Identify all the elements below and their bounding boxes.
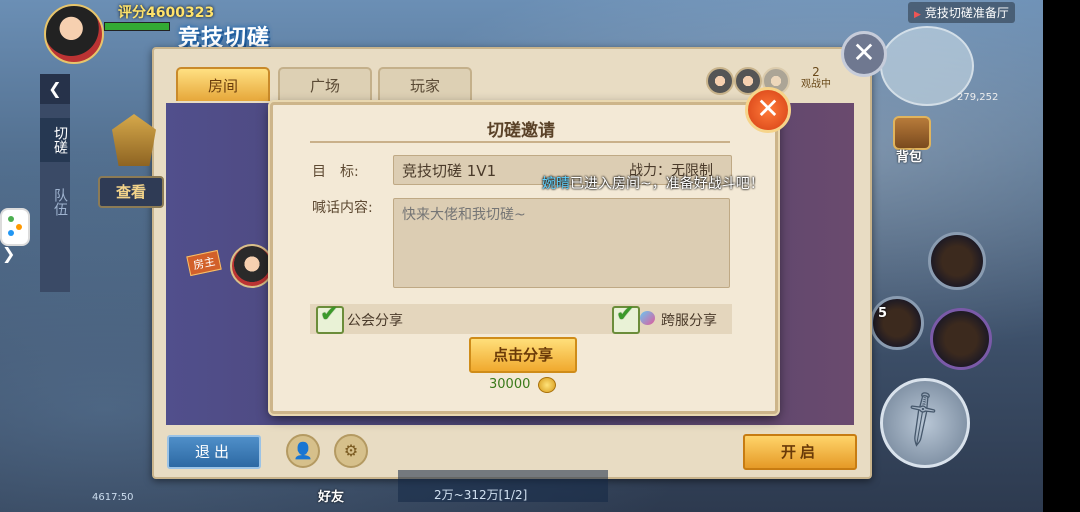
share-cost: 30000 xyxy=(489,377,531,392)
dialog-title: 切磋邀请 xyxy=(487,121,555,141)
target-value: 竞技切磋 1V1 xyxy=(402,162,497,180)
host-avatar[interactable] xyxy=(230,244,274,288)
panel-close-icon[interactable]: ✕ xyxy=(841,31,887,77)
bag-icon[interactable] xyxy=(893,116,931,150)
back-button[interactable]: ❮ xyxy=(40,74,70,104)
skill-button-1[interactable] xyxy=(928,232,986,290)
cross-server-share-label: 跨服分享 xyxy=(661,313,717,329)
skill-button-3[interactable] xyxy=(930,308,992,370)
notice-player-name: 婉晴 xyxy=(542,176,570,192)
player-avatar[interactable] xyxy=(44,4,104,64)
title-divider xyxy=(310,141,730,143)
spectator-label: 观战中 xyxy=(801,79,831,90)
gamepad-icon[interactable] xyxy=(0,208,30,246)
coordinates: 279,252 xyxy=(957,92,999,103)
guild-share-label: 公会分享 xyxy=(347,313,403,329)
cross-server-share-checkbox[interactable] xyxy=(612,302,640,334)
skill-button-2[interactable] xyxy=(870,296,924,350)
status-time: 4617:50 xyxy=(92,492,134,503)
side-tab-duel[interactable]: 切磋 xyxy=(40,118,70,162)
system-notice: 婉晴已进入房间~，准备好战斗吧！ xyxy=(542,173,764,193)
settings-gear-icon[interactable]: ⚙ xyxy=(334,434,368,468)
side-tab-team[interactable]: 队伍 xyxy=(40,180,70,224)
view-button[interactable]: 查看 xyxy=(98,176,164,208)
hp-bar xyxy=(104,22,170,31)
tab-plaza[interactable]: 广场 xyxy=(278,67,372,101)
gold-coin-icon xyxy=(538,377,556,393)
bag-label: 背包 xyxy=(896,150,923,165)
share-button[interactable]: 点击分享 xyxy=(469,337,577,373)
exit-button[interactable]: 退出 xyxy=(167,435,261,469)
friends-label[interactable]: 好友 xyxy=(318,486,344,505)
tab-players[interactable]: 玩家 xyxy=(378,67,472,101)
message-input[interactable] xyxy=(393,198,730,288)
start-button[interactable]: 开启 xyxy=(743,434,857,470)
tab-room[interactable]: 房间 xyxy=(176,67,270,101)
chat-bar[interactable]: 2万~312万[1/2] xyxy=(398,470,608,502)
spectator-number: 2 xyxy=(812,65,820,79)
score-text: 评分4600323 xyxy=(118,5,215,21)
screen-edge xyxy=(1043,0,1080,512)
cross-server-icon xyxy=(640,311,655,325)
guild-share-checkbox[interactable] xyxy=(316,302,344,334)
notice-text: 已进入房间~，准备好战斗吧！ xyxy=(570,176,764,192)
lobby-label[interactable]: 竞技切磋准备厅 xyxy=(908,2,1015,23)
chevron-right-icon[interactable]: ❯ xyxy=(2,244,15,263)
spectator-avatar xyxy=(706,67,734,95)
message-label: 喊话内容: xyxy=(312,200,373,216)
target-label: 目 标: xyxy=(312,164,359,180)
spectator-count: 2 观战中 xyxy=(796,65,836,91)
dialog-close-icon[interactable]: ✕ xyxy=(745,87,791,133)
chat-line: 2万~312万[1/2] xyxy=(434,488,528,502)
add-friend-icon[interactable]: 👤 xyxy=(286,434,320,468)
skill-count: 5 xyxy=(878,306,888,321)
